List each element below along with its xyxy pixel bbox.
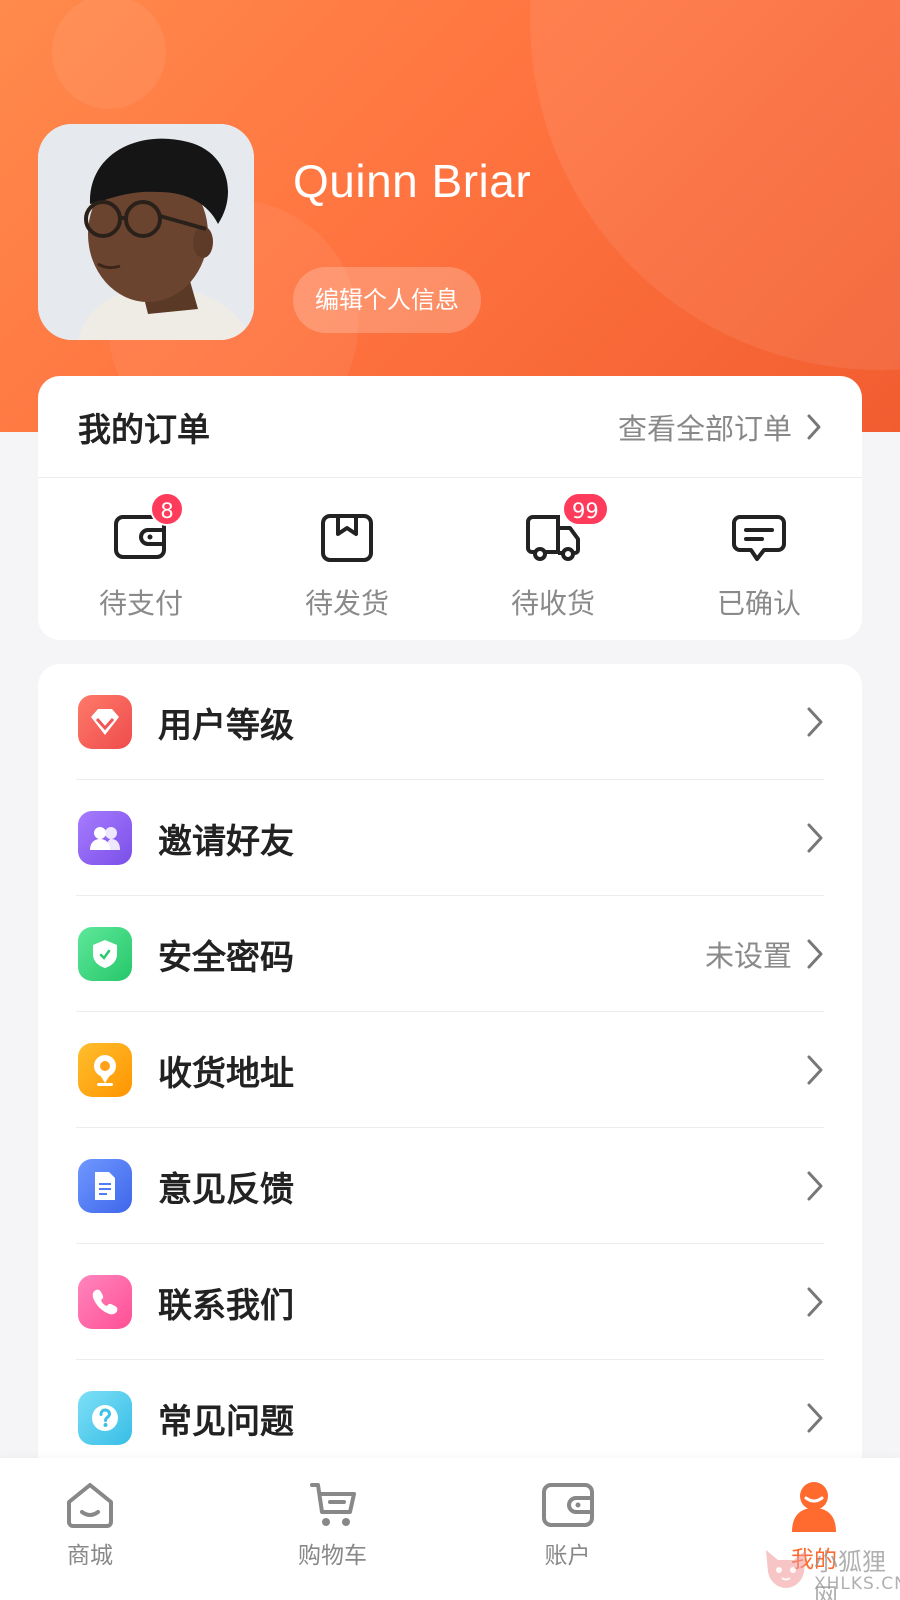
edit-profile-button[interactable]: 编辑个人信息 <box>293 267 481 333</box>
tab-account[interactable]: 账户 <box>485 1458 650 1600</box>
wallet-icon <box>541 1483 594 1527</box>
menu-label: 联系我们 <box>158 1285 294 1326</box>
menu-item-user-level[interactable]: 用户等级 <box>38 664 862 780</box>
chevron-right-icon <box>807 1055 823 1085</box>
order-label: 待收货 <box>510 587 595 620</box>
menu-item-invite-friends[interactable]: 邀请好友 <box>38 780 862 896</box>
home-icon <box>67 1483 113 1528</box>
fox-logo-icon <box>766 1550 806 1588</box>
order-badge: 8 <box>150 492 184 526</box>
order-confirmed[interactable]: 已确认 <box>656 478 862 640</box>
tab-label: 商城 <box>67 1543 113 1569</box>
package-icon <box>321 514 373 562</box>
orders-card: 我的订单 查看全部订单 8 待支付 待发货 99 待收货 已确认 <box>38 376 862 640</box>
order-pending-receipt[interactable]: 99 待收货 <box>450 478 656 640</box>
user-name: Quinn Briar <box>293 155 532 207</box>
order-badge: 99 <box>562 492 609 526</box>
tab-mall[interactable]: 商城 <box>0 1458 180 1600</box>
orders-title: 我的订单 <box>78 409 210 449</box>
menu-label: 邀请好友 <box>158 821 294 862</box>
message-icon <box>732 515 786 561</box>
diamond-icon <box>78 695 132 749</box>
chevron-right-icon <box>807 414 821 439</box>
menu-item-security-password[interactable]: 安全密码 未设置 <box>38 896 862 1012</box>
menu-value: 未设置 <box>704 939 792 973</box>
menu-item-shipping-address[interactable]: 收货地址 <box>38 1012 862 1128</box>
question-icon <box>78 1391 132 1445</box>
menu-label: 用户等级 <box>158 705 294 746</box>
chevron-right-icon <box>807 1287 823 1317</box>
chevron-right-icon <box>807 1403 823 1433</box>
view-all-label: 查看全部订单 <box>617 411 792 446</box>
menu-label: 安全密码 <box>158 937 294 978</box>
orders-header: 我的订单 查看全部订单 <box>38 376 862 478</box>
view-all-orders-link[interactable]: 查看全部订单 <box>618 406 822 448</box>
menu-item-contact-us[interactable]: 联系我们 <box>38 1244 862 1360</box>
users-icon <box>78 811 132 865</box>
chevron-right-icon <box>807 1171 823 1201</box>
menu-label: 收货地址 <box>158 1053 294 1094</box>
order-label: 已确认 <box>716 587 801 620</box>
menu-item-feedback[interactable]: 意见反馈 <box>38 1128 862 1244</box>
tab-label: 账户 <box>544 1543 591 1569</box>
header-decoration <box>530 0 900 370</box>
chevron-right-icon <box>807 823 823 853</box>
avatar[interactable] <box>38 124 254 340</box>
site-watermark: 小狐狸网 XHLKS.CN <box>756 1532 900 1600</box>
order-pending-shipment[interactable]: 待发货 <box>244 478 450 640</box>
order-pending-payment[interactable]: 8 待支付 <box>38 478 244 640</box>
shield-icon <box>78 927 132 981</box>
order-label: 待支付 <box>98 587 183 620</box>
tab-label: 购物车 <box>298 1543 367 1569</box>
tab-cart[interactable]: 购物车 <box>180 1458 485 1600</box>
menu-label: 常见问题 <box>158 1401 294 1442</box>
user-icon <box>792 1482 836 1532</box>
profile-header: Quinn Briar 编辑个人信息 <box>0 0 900 432</box>
order-label: 待发货 <box>304 587 389 620</box>
watermark-url: XHLKS.CN <box>814 1574 900 1594</box>
chevron-right-icon <box>807 939 823 969</box>
header-decoration <box>52 0 166 109</box>
chevron-right-icon <box>807 707 823 737</box>
location-icon <box>78 1043 132 1097</box>
cart-icon <box>309 1483 356 1526</box>
document-icon <box>78 1159 132 1213</box>
menu-label: 意见反馈 <box>158 1169 294 1210</box>
phone-icon <box>78 1275 132 1329</box>
